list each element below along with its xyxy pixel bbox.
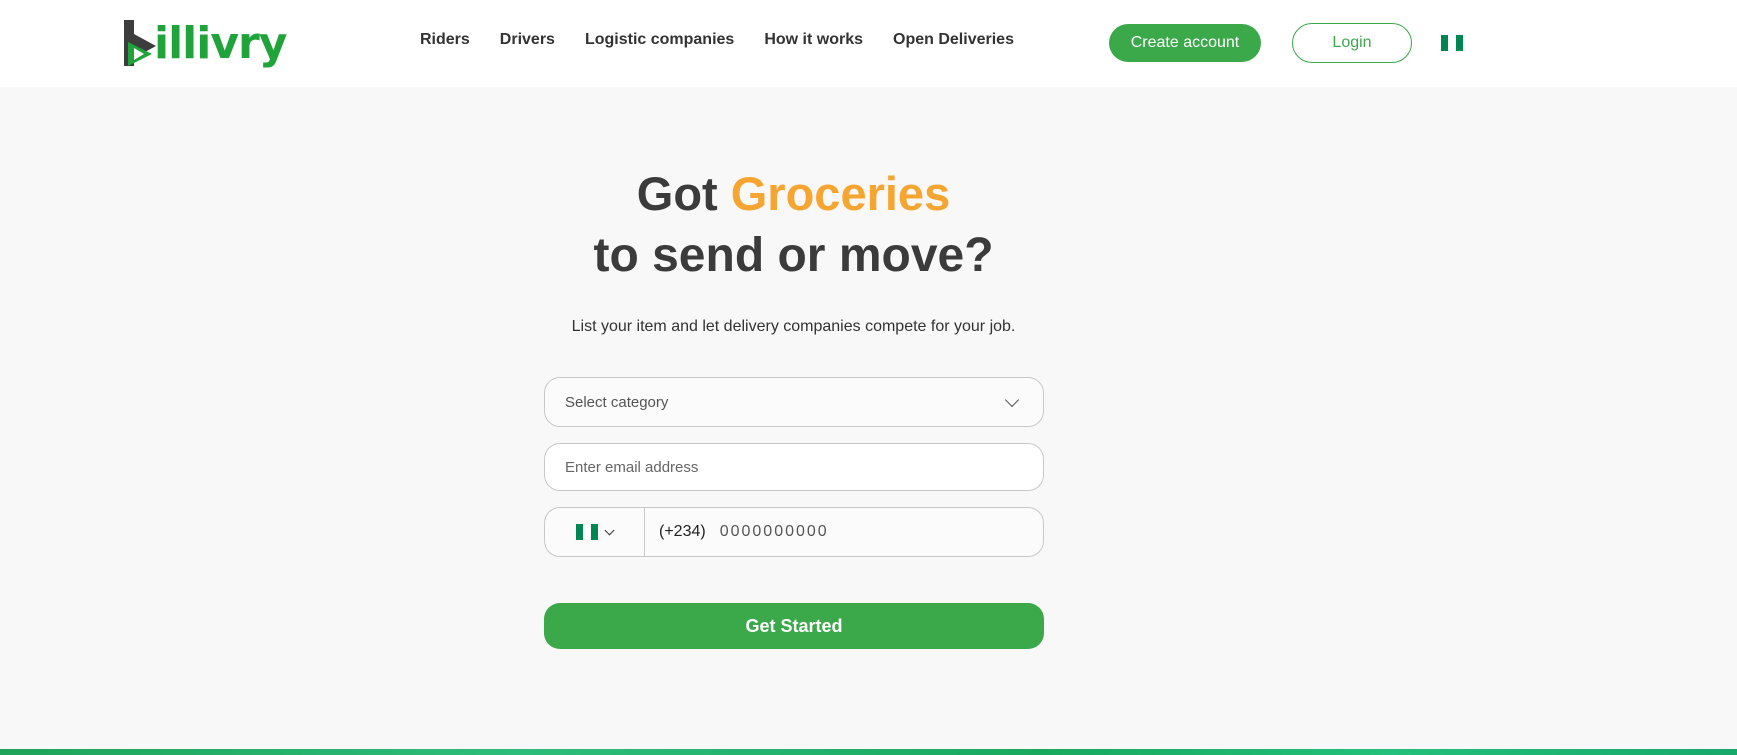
logo-text: illivry [154,18,287,69]
nigeria-flag-icon[interactable] [1441,35,1463,51]
login-button[interactable]: Login [1292,23,1412,63]
country-code-select[interactable] [545,508,645,556]
hero-subtitle: List your item and let delivery companie… [571,318,1016,335]
logo[interactable]: illivry [122,18,287,69]
main-nav: Riders Drivers Logistic companies How it… [420,31,1014,49]
phone-field-wrapper: (+234) [544,507,1044,557]
hero-title-line1: Got Groceries [0,166,1587,221]
nav-riders[interactable]: Riders [420,31,470,49]
chevron-down-icon [604,525,615,535]
email-field[interactable] [565,458,1023,476]
get-started-button[interactable]: Get Started [544,603,1044,649]
hero-title-prefix: Got [636,167,718,220]
nigeria-flag-icon [576,524,598,540]
phone-number-field[interactable] [719,523,1020,541]
email-field-wrapper [544,443,1044,491]
chevron-down-icon [1004,392,1020,407]
hero-title-line2: to send or move? [593,229,994,282]
nav-how-it-works[interactable]: How it works [764,31,863,49]
create-account-button[interactable]: Create account [1109,24,1261,62]
hero-title-highlight: Groceries [730,167,951,220]
nav-open-deliveries[interactable]: Open Deliveries [893,31,1014,49]
category-select-label: Select category [565,393,669,411]
logo-mark-icon [124,20,156,66]
header: illivry Riders Drivers Logistic companie… [0,0,1737,87]
nav-logistic-companies[interactable]: Logistic companies [585,31,734,49]
dial-code: (+234) [659,523,706,540]
nav-drivers[interactable]: Drivers [500,31,555,49]
category-select[interactable]: Select category [544,377,1044,427]
bottom-accent-bar [0,749,1737,755]
